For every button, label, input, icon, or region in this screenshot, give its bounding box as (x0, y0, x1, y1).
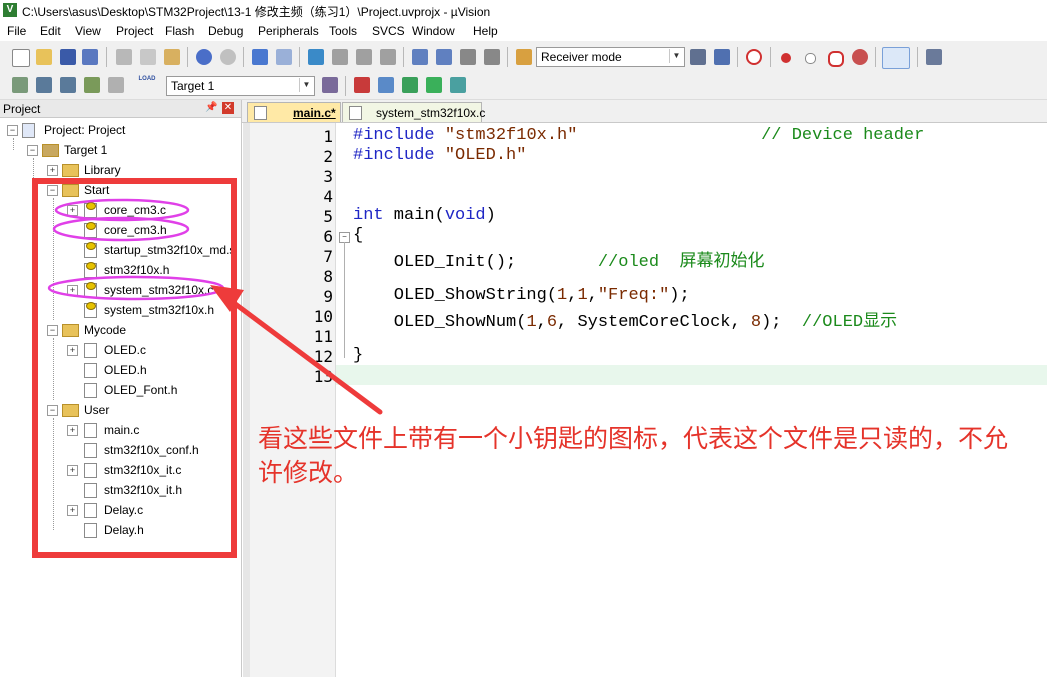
highlight-ellipse-core-cm3-h (52, 216, 190, 242)
annotation-text: 看这些文件上带有一个小钥匙的图标，代表这个文件是只读的，不允许修改。 (258, 424, 1009, 487)
annotation-arrow-shaft (223, 294, 383, 415)
highlight-ellipse-system-stm32f10x-c (47, 275, 225, 301)
annotation-overlay (47, 198, 383, 415)
